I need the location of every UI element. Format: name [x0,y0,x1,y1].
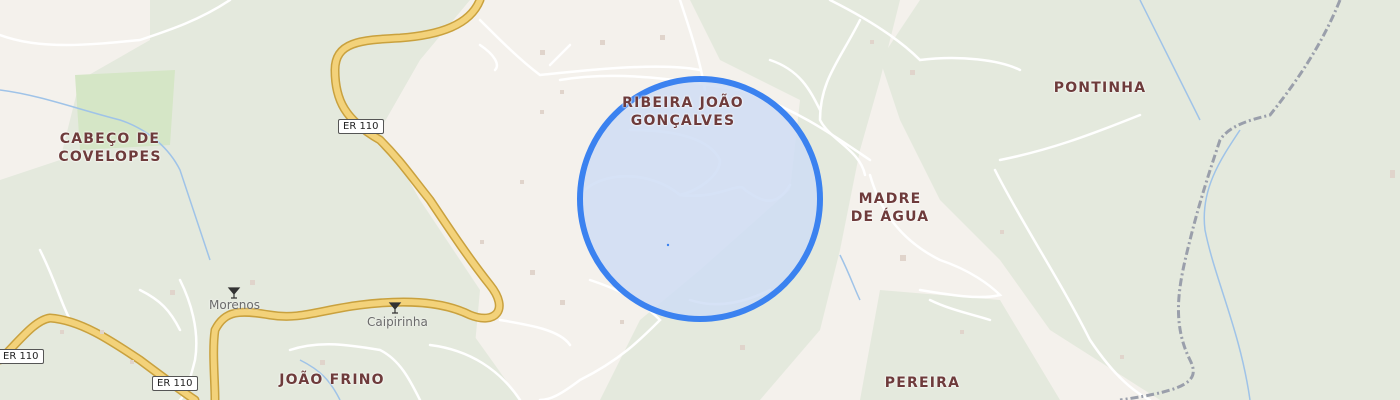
forest-area [380,330,520,400]
map-canvas [0,0,1400,400]
place-label-ribeira-joao-goncalves: RIBEIRA JOÃO GONÇALVES [622,95,744,129]
poi-label-caipirinha[interactable]: Caipirinha [367,315,428,329]
map-view[interactable]: RIBEIRA JOÃO GONÇALVES PONTINHA CABEÇO D… [0,0,1400,400]
place-label-madre-de-agua: MADRE DE ÁGUA [850,191,930,225]
location-center-dot [666,243,670,247]
place-label-joao-frino: JOÃO FRINO [279,372,385,388]
road-shield-er110: ER 110 [338,119,384,134]
place-label-pereira: PEREIRA [884,375,961,391]
road-shield-er110: ER 110 [152,376,198,391]
place-label-cabeco-de-covelopes: CABEÇO DE COVELOPES [58,131,162,165]
poi-label-morenos[interactable]: Morenos [209,298,260,312]
road-shield-er110: ER 110 [0,349,44,364]
place-label-pontinha: PONTINHA [1053,80,1147,96]
